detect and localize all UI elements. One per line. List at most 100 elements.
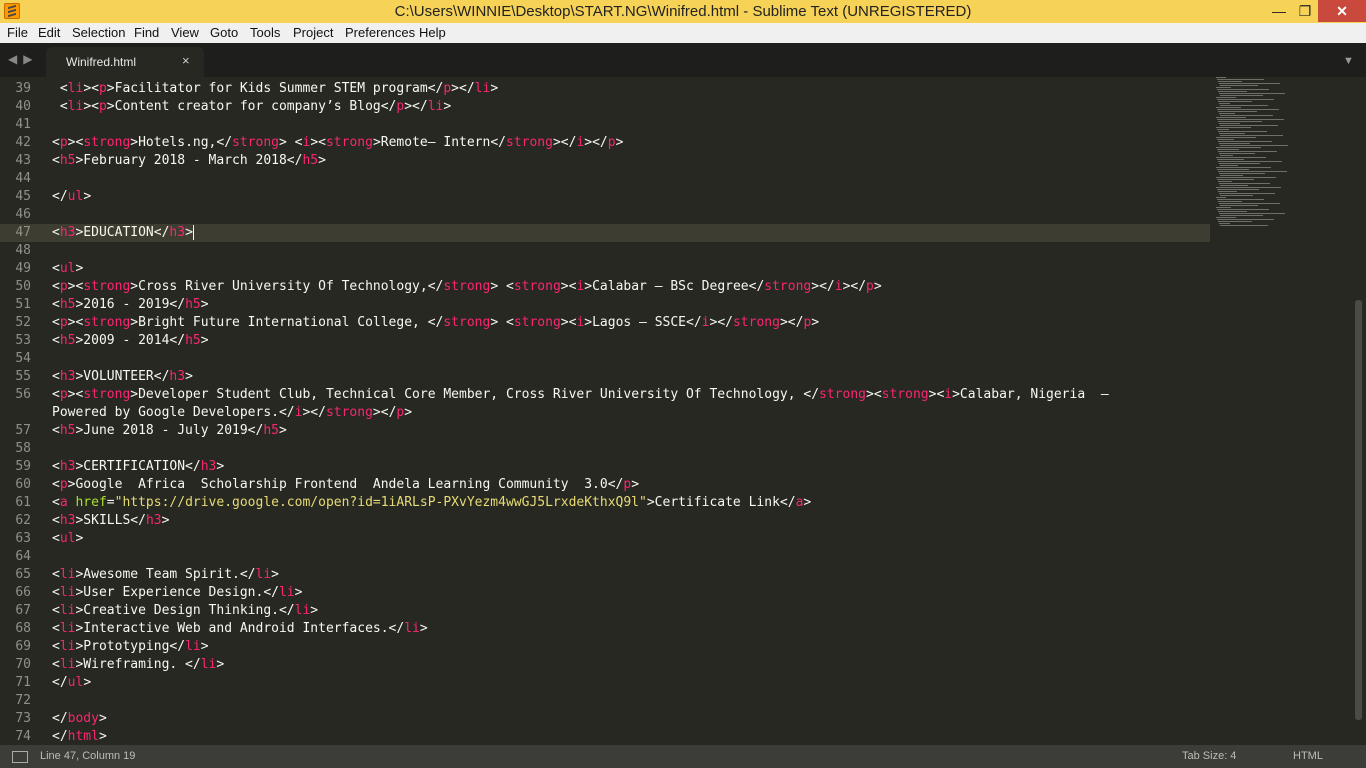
code-line[interactable]: 60 <p>Google Africa Scholarship Frontend … (0, 476, 1210, 494)
minimap-line (1217, 99, 1274, 100)
minimap-line (1216, 87, 1231, 88)
tab-size-selector[interactable]: Tab Size: 4 (1182, 750, 1236, 762)
line-number: 51 (15, 297, 31, 312)
menu-file[interactable]: File (7, 25, 28, 40)
minimap-line (1216, 177, 1276, 178)
close-button[interactable]: ✕ (1318, 0, 1366, 22)
line-number: 48 (15, 243, 31, 258)
minimap-line (1220, 155, 1233, 156)
code-line[interactable]: 61 <a href="https://drive.google.com/open… (0, 494, 1210, 512)
line-number: 61 (15, 495, 31, 510)
tab-winifred-html[interactable]: Winifred.html × (46, 47, 204, 77)
line-number: 64 (15, 549, 31, 564)
minimap-line (1219, 223, 1230, 224)
code-line[interactable]: 73 </body> (0, 710, 1210, 728)
status-bar: Line 47, Column 19 Tab Size: 4 HTML (0, 745, 1366, 768)
code-line[interactable]: 43 <h5>February 2018 - March 2018</h5> (0, 152, 1210, 170)
minimap-line (1220, 165, 1238, 166)
code-line[interactable]: 54 (0, 350, 1210, 368)
syntax-selector[interactable]: HTML (1293, 750, 1323, 762)
code-line[interactable]: 71 </ul> (0, 674, 1210, 692)
code-line[interactable]: 52 <p><strong>Bright Future International… (0, 314, 1210, 332)
code-line[interactable]: 58 (0, 440, 1210, 458)
menu-tools[interactable]: Tools (250, 25, 280, 40)
code-line[interactable]: 45 </ul> (0, 188, 1210, 206)
line-number: 46 (15, 207, 31, 222)
minimap-line (1217, 109, 1279, 110)
tab-nav-arrows-icon[interactable]: ◀▶ (8, 52, 38, 66)
minimap-line (1219, 193, 1275, 194)
code-text: <li>Interactive Web and Android Interfac… (52, 621, 428, 636)
code-line[interactable]: 69 <li>Prototyping</li> (0, 638, 1210, 656)
code-line[interactable]: 47 <h3>EDUCATION</h3> (0, 224, 1210, 242)
code-text: <h5>February 2018 - March 2018</h5> (52, 153, 326, 168)
code-line[interactable]: 55 <h3>VOLUNTEER</h3> (0, 368, 1210, 386)
code-line[interactable]: 56 <p><strong>Developer Student Club, Tec… (0, 386, 1210, 404)
minimap-line (1219, 143, 1250, 144)
line-number: 49 (15, 261, 31, 276)
minimap-line (1220, 225, 1268, 226)
line-number: 69 (15, 639, 31, 654)
minimap[interactable] (1216, 77, 1336, 237)
code-text: <h5>June 2018 - July 2019</h5> (52, 423, 287, 438)
code-line[interactable]: 41 (0, 116, 1210, 134)
code-line[interactable]: 74 </html> (0, 728, 1210, 745)
menu-edit[interactable]: Edit (38, 25, 60, 40)
minimap-line (1216, 167, 1271, 168)
code-line[interactable]: 67 <li>Creative Design Thinking.</li> (0, 602, 1210, 620)
minimap-line (1218, 131, 1267, 132)
minimap-line (1216, 207, 1231, 208)
minimap-line (1218, 91, 1247, 92)
menu-goto[interactable]: Goto (210, 25, 238, 40)
tab-close-icon[interactable]: × (182, 53, 190, 68)
minimap-line (1220, 195, 1253, 196)
code-editor[interactable]: 39 <li><p>Facilitator for Kids Summer ST… (0, 77, 1210, 745)
minimap-line (1220, 145, 1288, 146)
menu-project[interactable]: Project (293, 25, 333, 40)
line-number: 56 (15, 387, 31, 402)
code-line[interactable]: 53 <h5>2009 - 2014</h5> (0, 332, 1210, 350)
code-line[interactable]: 44 (0, 170, 1210, 188)
code-text: <ul> (52, 531, 84, 546)
minimap-line (1220, 205, 1258, 206)
code-line[interactable]: 59 <h3>CERTIFICATION</h3> (0, 458, 1210, 476)
code-line[interactable]: 40 <li><p>Content creator for company’s … (0, 98, 1210, 116)
code-line[interactable]: 65 <li>Awesome Team Spirit.</li> (0, 566, 1210, 584)
code-text: <h5>2009 - 2014</h5> (52, 333, 209, 348)
minimap-line (1218, 161, 1282, 162)
maximize-button[interactable]: ❐ (1292, 0, 1318, 22)
minimap-line (1220, 115, 1273, 116)
menu-help[interactable]: Help (419, 25, 446, 40)
vertical-scrollbar[interactable] (1355, 300, 1362, 720)
code-line[interactable]: 72 (0, 692, 1210, 710)
code-line[interactable]: 49 <ul> (0, 260, 1210, 278)
line-number: 67 (15, 603, 31, 618)
code-line[interactable]: 66 <li>User Experience Design.</li> (0, 584, 1210, 602)
code-line[interactable]: 50 <p><strong>Cross River University Of T… (0, 278, 1210, 296)
line-number: 63 (15, 531, 31, 546)
line-number: 39 (15, 81, 31, 96)
code-line[interactable]: 48 (0, 242, 1210, 260)
code-text: <li>Prototyping</li> (52, 639, 209, 654)
code-line[interactable]: 62 <h3>SKILLS</h3> (0, 512, 1210, 530)
code-line[interactable]: 70 <li>Wireframing. </li> (0, 656, 1210, 674)
code-line[interactable]: 68 <li>Interactive Web and Android Interf… (0, 620, 1210, 638)
menu-preferences[interactable]: Preferences (345, 25, 415, 40)
code-line[interactable]: 51 <h5>2016 - 2019</h5> (0, 296, 1210, 314)
code-line[interactable]: 63 <ul> (0, 530, 1210, 548)
panel-toggle-icon[interactable] (12, 751, 28, 763)
code-line[interactable]: 46 (0, 206, 1210, 224)
line-number: 45 (15, 189, 31, 204)
code-line[interactable]: 57 <h5>June 2018 - July 2019</h5> (0, 422, 1210, 440)
menu-view[interactable]: View (171, 25, 199, 40)
code-line[interactable]: 64 (0, 548, 1210, 566)
code-line[interactable]: 39 <li><p>Facilitator for Kids Summer ST… (0, 80, 1210, 98)
code-text: <p><strong>Hotels.ng,</strong> <i><stron… (52, 135, 624, 150)
line-number: 70 (15, 657, 31, 672)
minimize-button[interactable]: — (1266, 0, 1292, 22)
code-line[interactable]: Powered by Google Developers.</i></stron… (0, 404, 1210, 422)
menu-selection[interactable]: Selection (72, 25, 125, 40)
menu-find[interactable]: Find (134, 25, 159, 40)
tab-dropdown-icon[interactable]: ▼ (1343, 55, 1354, 67)
code-line[interactable]: 42 <p><strong>Hotels.ng,</strong> <i><str… (0, 134, 1210, 152)
